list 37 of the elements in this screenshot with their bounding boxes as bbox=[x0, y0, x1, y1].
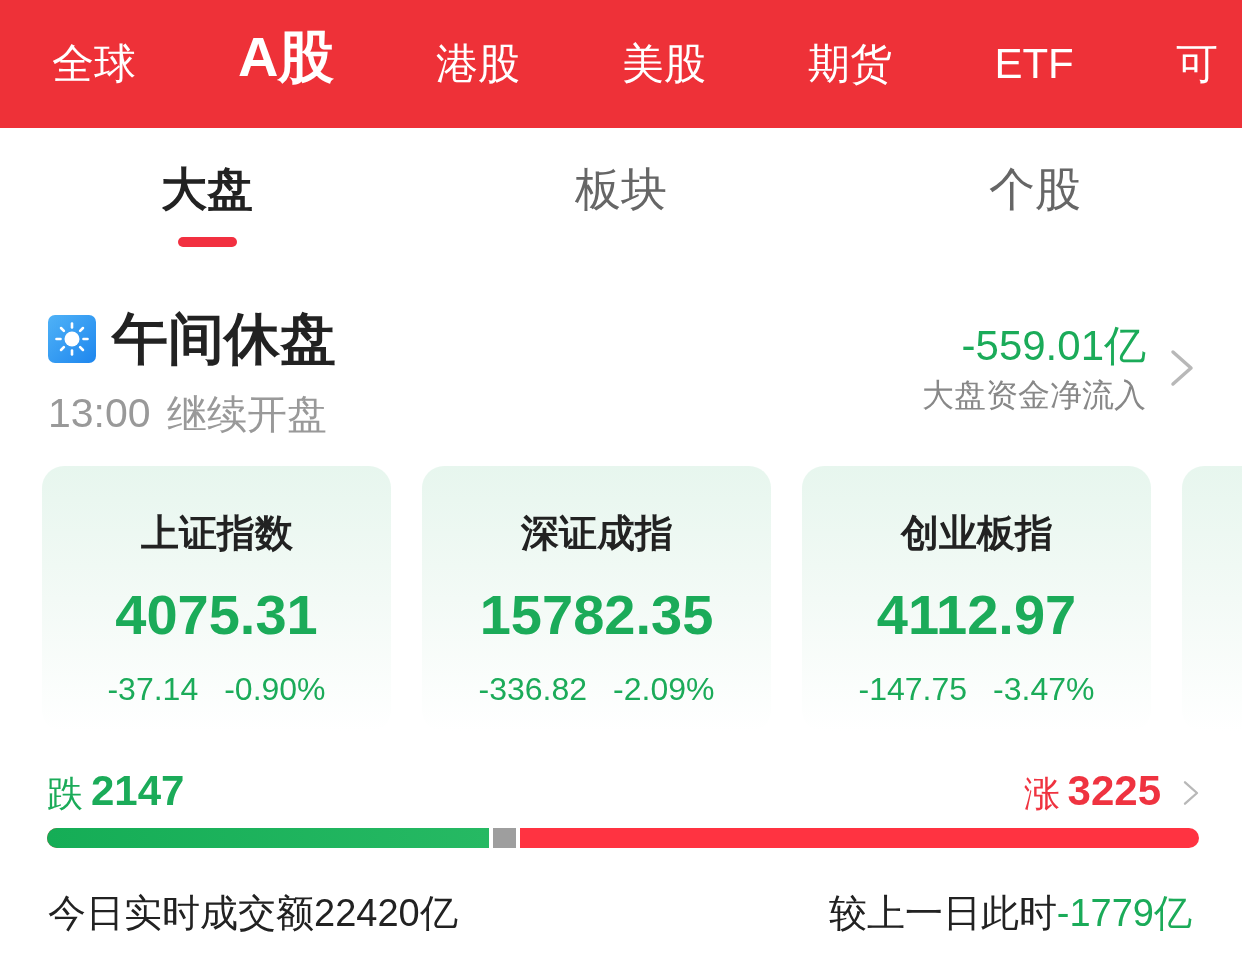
comparison-label: 较上一日此时 bbox=[828, 894, 1057, 932]
chevron-right-icon[interactable] bbox=[1183, 778, 1199, 808]
net-flow-label: 大盘资金净流入 bbox=[922, 379, 1146, 411]
view-tab[interactable]: 大盘 bbox=[161, 128, 253, 260]
view-tab[interactable]: 个股 bbox=[989, 128, 1081, 260]
reopen-time: 13:00 bbox=[48, 393, 151, 434]
decline-count: 2147 bbox=[91, 770, 185, 812]
index-change-percent: -3.47% bbox=[993, 673, 1095, 705]
index-change: -147.75 bbox=[858, 673, 968, 705]
market-tab[interactable]: 全球 bbox=[52, 43, 136, 85]
market-tab[interactable]: 美股 bbox=[622, 43, 707, 85]
market-tab[interactable]: 港股 bbox=[436, 43, 521, 85]
sun-icon bbox=[48, 315, 96, 363]
turnover-text: 今日实时成交额22420亿 bbox=[48, 894, 458, 932]
index-value: 4112.97 bbox=[876, 587, 1077, 643]
net-flow-value: -559.01亿 bbox=[961, 325, 1146, 367]
market-tab[interactable]: A股 bbox=[238, 29, 335, 85]
view-tab[interactable]: 板块 bbox=[575, 128, 667, 260]
comparison-value: -1779亿 bbox=[1056, 894, 1192, 932]
index-name: 深证成指 bbox=[520, 514, 673, 552]
index-name: 创业板指 bbox=[900, 514, 1053, 552]
index-change: -336.82 bbox=[478, 673, 588, 705]
chevron-right-icon[interactable] bbox=[1170, 349, 1194, 387]
market-tab[interactable]: 可 bbox=[1175, 43, 1218, 85]
advance-label: 涨 bbox=[1023, 776, 1060, 812]
decline-label: 跌 bbox=[47, 776, 83, 812]
session-title: 午间休盘 bbox=[112, 311, 336, 367]
market-tab[interactable]: ETF bbox=[994, 43, 1074, 85]
index-change-percent: -0.90% bbox=[224, 673, 326, 705]
index-value: 15782.35 bbox=[479, 587, 714, 643]
market-tab[interactable]: 期货 bbox=[808, 43, 893, 85]
index-value: 4075.31 bbox=[115, 587, 318, 643]
advance-count: 3225 bbox=[1067, 770, 1161, 812]
index-change: -37.14 bbox=[107, 673, 199, 705]
index-change-percent: -2.09% bbox=[613, 673, 715, 705]
index-name: 上证指数 bbox=[140, 514, 293, 552]
reopen-note: 继续开盘 bbox=[166, 393, 327, 434]
